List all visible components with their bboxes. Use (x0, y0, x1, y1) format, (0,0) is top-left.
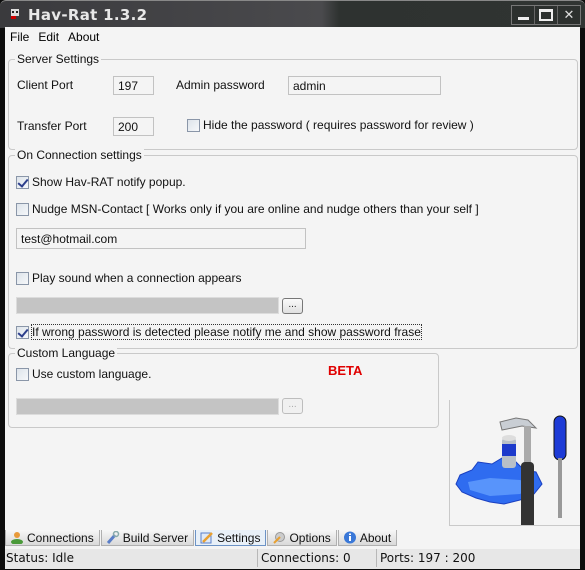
wrong-password-label: If wrong password is detected please not… (31, 324, 422, 340)
transfer-port-label: Transfer Port (17, 119, 87, 133)
sound-path-input[interactable] (16, 297, 279, 314)
client-area: File Edit About Server Settings Client P… (5, 27, 580, 569)
show-popup-checkbox[interactable]: Show Hav-RAT notify popup. (16, 175, 186, 189)
maximize-icon (539, 9, 553, 21)
checkbox-box (16, 271, 29, 285)
tab-label: Connections (27, 530, 94, 545)
menu-edit[interactable]: Edit (33, 27, 63, 47)
connections-count: Connections: 0 (258, 549, 377, 567)
maximize-button[interactable] (534, 6, 557, 24)
status-text: Status: Idle (5, 549, 258, 567)
menu-bar: File Edit About (5, 27, 580, 47)
custom-language-title: Custom Language (15, 346, 118, 360)
menu-about[interactable]: About (63, 27, 103, 47)
gears-icon (273, 532, 286, 544)
title-bar[interactable]: Hav-Rat 1.3.2 ✕ (0, 0, 585, 28)
checkbox-box (16, 175, 29, 189)
server-settings-group: Server Settings Client Port 197 Admin pa… (8, 52, 578, 150)
app-window: Hav-Rat 1.3.2 ✕ File Edit About Server S… (0, 0, 585, 570)
tab-label: Settings (217, 530, 261, 545)
play-sound-label: Play sound when a connection appears (32, 271, 242, 285)
checkbox-box (16, 202, 29, 216)
main-tabs: Connections Build Server Settings Option… (5, 530, 580, 547)
minimize-button[interactable] (512, 6, 534, 24)
email-input[interactable]: test@hotmail.com (16, 228, 306, 249)
app-icon (11, 9, 19, 19)
admin-password-label: Admin password (176, 78, 265, 92)
window-title: Hav-Rat 1.3.2 (28, 6, 148, 24)
minimize-icon (517, 17, 529, 20)
play-sound-checkbox[interactable]: Play sound when a connection appears (16, 271, 241, 285)
admin-password-input[interactable]: admin (288, 76, 441, 95)
checkbox-box (16, 325, 29, 339)
tab-build-server[interactable]: Build Server (100, 530, 195, 546)
status-bar: Status: Idle Connections: 0 Ports: 197 :… (5, 549, 580, 569)
tab-settings[interactable]: Settings (195, 530, 267, 546)
hide-password-checkbox[interactable]: Hide the password ( requires password fo… (187, 118, 474, 132)
client-port-label: Client Port (17, 78, 74, 92)
menu-file[interactable]: File (5, 27, 33, 47)
checkbox-box (16, 367, 29, 381)
browse-sound-button[interactable]: ... (282, 298, 303, 314)
connection-settings-title: On Connection settings (15, 148, 144, 162)
tab-about[interactable]: About (337, 530, 398, 546)
client-port-input[interactable]: 197 (113, 76, 154, 95)
ports-readout: Ports: 197 : 200 (380, 551, 476, 565)
resize-grip[interactable] (560, 549, 578, 569)
beta-label: BETA (328, 363, 363, 378)
user-icon (11, 532, 23, 544)
use-custom-language-checkbox[interactable]: Use custom language. (16, 367, 151, 381)
close-button[interactable]: ✕ (557, 6, 580, 24)
tab-label: Build Server (122, 530, 189, 545)
use-custom-language-label: Use custom language. (32, 367, 152, 381)
connection-settings-group: On Connection settings Show Hav-RAT noti… (8, 148, 578, 349)
tab-options[interactable]: Options (267, 530, 337, 546)
nudge-msn-label: Nudge MSN-Contact [ Works only if you ar… (32, 202, 479, 216)
custom-language-group: Custom Language Use custom language. BET… (8, 346, 439, 428)
transfer-port-input[interactable]: 200 (113, 117, 154, 136)
server-settings-title: Server Settings (15, 52, 102, 66)
show-popup-label: Show Hav-RAT notify popup. (32, 175, 186, 189)
nudge-msn-checkbox[interactable]: Nudge MSN-Contact [ Works only if you ar… (16, 202, 479, 216)
tools-panel (449, 400, 580, 526)
pencil-icon (200, 532, 213, 544)
info-icon (343, 531, 356, 544)
checkbox-box (187, 118, 200, 132)
browse-language-button[interactable]: ... (282, 398, 303, 414)
hide-password-label: Hide the password ( requires password fo… (203, 118, 474, 132)
close-icon: ✕ (563, 7, 575, 23)
language-path-input[interactable] (16, 398, 279, 415)
wrench-icon (106, 531, 119, 544)
window-controls: ✕ (511, 5, 581, 25)
tab-label: Options (289, 530, 331, 545)
wrong-password-checkbox[interactable]: If wrong password is detected please not… (16, 324, 422, 340)
tab-label: About (359, 530, 392, 545)
tab-connections[interactable]: Connections (5, 530, 100, 546)
tools-gear-icon (455, 415, 567, 525)
